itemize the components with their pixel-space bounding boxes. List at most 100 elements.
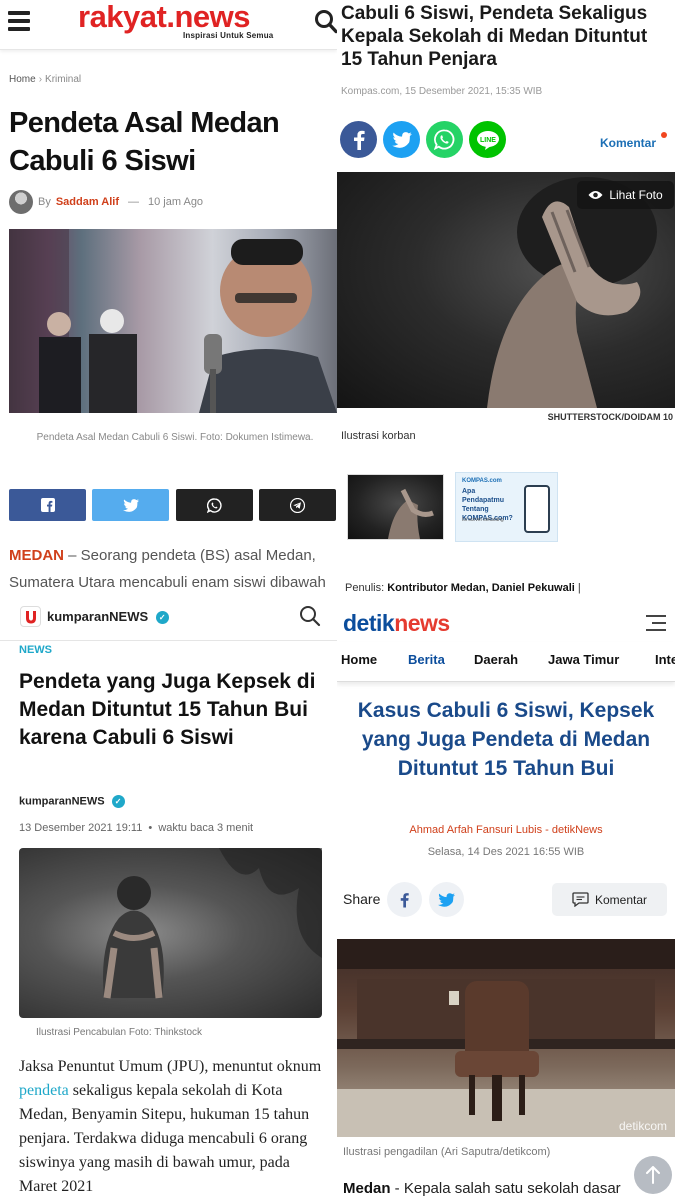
byline: By Saddam Alif — 10 jam Ago [9,190,203,214]
article-title: Pendeta Asal Medan Cabuli 6 Siswi [9,107,280,177]
nav-internasional[interactable]: Inte [655,652,675,667]
back-to-top-button[interactable] [634,1156,672,1194]
komentar-button[interactable]: Komentar [552,883,667,916]
facebook-icon [40,498,55,512]
article-author[interactable]: Ahmad Arfah Fansuri Lubis - detikNews [337,824,675,836]
search-icon[interactable] [299,605,321,627]
breadcrumb-separator: › [38,74,43,85]
article-lead: MEDAN – Seorang pendeta (BS) asal Medan,… [9,542,337,596]
penulis-name[interactable]: Kontributor Medan, Daniel Pekuwali [387,582,575,594]
article-title: Pendeta yang Juga Kepsek di Medan Ditunt… [19,670,316,749]
nav-jawa-timur[interactable]: Jawa Timur [548,652,619,667]
site-logo[interactable]: detiknews [343,610,450,637]
ad-logo: KOMPAS.com [462,478,502,484]
share-label: Share [343,891,381,907]
eye-icon [588,191,603,199]
nav-daerah[interactable]: Daerah [474,652,518,667]
komentar-label: Komentar [594,892,648,907]
share-twitter-button[interactable] [429,882,464,917]
photo-credit: SHUTTERSTOCK/DOIDAM 10 [547,412,673,422]
twitter-icon [391,131,412,148]
lihat-foto-label: Lihat Foto [609,188,663,202]
detik-panel: detiknews Home Berita Daerah Jawa Timur … [337,600,675,1200]
menu-icon[interactable] [8,11,30,31]
rakyat-news-panel: rakyat.news Inspirasi Untuk Semua Home › K… [0,0,337,600]
article-body: Jaksa Penuntut Umum (JPU), menuntut oknu… [19,1055,329,1199]
pendeta-tag-link[interactable]: pendeta [19,1082,69,1099]
brand-name: kumparanNEWS [47,609,149,624]
article-title: Kasus Cabuli 6 Siswi, Kepsek yang Juga P… [357,699,655,780]
komentar-link[interactable]: Komentar [600,136,656,150]
article-title: Cabuli 6 Siswi, Pendeta Sekaligus Kepala… [341,3,648,70]
share-line-button[interactable]: LINE [469,121,506,158]
share-twitter-button[interactable] [92,489,169,521]
logo-detik: detik [343,610,395,636]
kumparan-logo-icon[interactable] [20,606,41,627]
breadcrumb-home[interactable]: Home [9,74,36,85]
author-link[interactable]: Saddam Alif [56,196,119,208]
kumparan-panel: kumparanNEWS ✓ NEWS Pendeta yang Juga Ke… [0,600,337,1200]
search-icon[interactable] [314,9,337,35]
read-time: waktu baca 3 menit [158,822,254,834]
photo-caption: Ilustrasi pengadilan (Ari Saputra/detikc… [343,1146,551,1158]
byline-dash: — [128,196,140,208]
twitter-icon [438,892,455,907]
share-whatsapp-button[interactable] [426,121,463,158]
photo-caption: Pendeta Asal Medan Cabuli 6 Siswi. Foto:… [36,432,314,443]
article-photo[interactable] [337,939,675,1137]
avatar[interactable] [9,190,33,214]
article-author[interactable]: kumparanNEWS ✓ [19,795,125,808]
body-text-1: Jaksa Penuntut Umum (JPU), menuntut oknu… [19,1058,322,1075]
site-logo[interactable]: rakyat.news [78,0,251,34]
verified-icon: ✓ [111,795,125,808]
comment-icon [572,892,589,907]
site-tagline: Inspirasi Untuk Semua [183,31,274,40]
verified-icon: ✓ [155,611,169,625]
share-telegram-button[interactable] [259,489,336,521]
site-header: rakyat.news Inspirasi Untuk Semua [0,0,337,50]
facebook-icon [353,130,365,150]
share-twitter-button[interactable] [383,121,420,158]
photo-watermark: detikcom [619,1119,668,1133]
article-date-line: 13 Desember 2021 19:11 • waktu baca 3 me… [19,822,253,834]
photo-caption: Ilustrasi Pencabulan Foto: Thinkstock [36,1027,203,1038]
author-name: kumparanNEWS [19,795,105,808]
logo-news: news [394,610,450,636]
category-label[interactable]: NEWS [19,644,52,656]
nav-home[interactable]: Home [341,652,377,667]
brand-header[interactable]: kumparanNEWS ✓ [47,609,169,625]
breadcrumb: Home › Kriminal [9,74,81,85]
dot-separator: • [148,822,153,834]
facebook-icon [400,892,409,907]
penulis-label: Penulis: [345,582,385,594]
nav-berita[interactable]: Berita [408,652,445,667]
arrow-up-icon [646,1166,660,1184]
survey-ad-banner[interactable]: KOMPAS.com Apa Pendapatmu Tentang KOMPAS… [455,472,558,542]
share-whatsapp-button[interactable] [176,489,253,521]
lead-dateline: MEDAN [9,547,64,564]
publish-time: 10 jam Ago [148,196,204,208]
share-facebook-button[interactable] [387,882,422,917]
kompas-panel: Cabuli 6 Siswi, Pendeta Sekaligus Kepala… [337,0,675,600]
article-author: Penulis: Kontributor Medan, Daniel Pekuw… [345,582,581,594]
share-facebook-button[interactable] [9,489,86,521]
phone-illustration [524,485,550,533]
whatsapp-icon [207,497,222,513]
article-photo[interactable] [19,848,322,1018]
photo-caption: Ilustrasi korban [341,430,416,442]
whatsapp-icon [434,129,455,150]
section-nav: Home Berita Daerah Jawa Timur Inte [337,642,675,682]
lead-dateline: Medan [343,1180,391,1197]
gallery-thumbnail[interactable] [347,474,444,540]
publish-date: 13 Desember 2021 19:11 [19,822,143,834]
byline-by: By [38,196,51,208]
breadcrumb-category[interactable]: Kriminal [45,74,81,85]
article-photo[interactable] [9,229,337,413]
publish-date: Selasa, 14 Des 2021 16:55 WIB [427,846,585,858]
telegram-icon [290,497,305,513]
share-facebook-button[interactable] [340,121,377,158]
ad-small-text: Isi survei sekarang [462,517,504,523]
menu-icon[interactable] [646,615,666,631]
lihat-foto-button[interactable]: Lihat Foto [577,181,674,209]
header-divider [0,640,337,641]
